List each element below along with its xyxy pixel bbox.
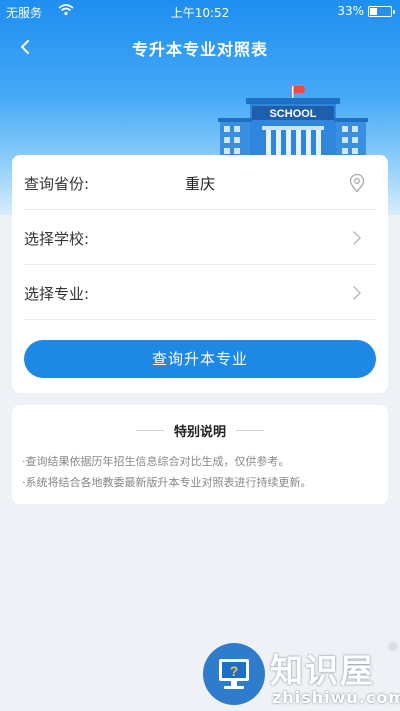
watermark-domain: zhishiwu.com bbox=[272, 688, 400, 707]
status-bar: 无服务 上午10:52 33% bbox=[0, 0, 400, 22]
school-building-illustration: SCHOOL bbox=[218, 86, 368, 158]
battery-icon bbox=[368, 6, 395, 17]
nav-bar: 专升本专业对照表 bbox=[0, 30, 400, 64]
notice-line: ·系统将结合各地教委最新版升本专业对照表进行持续更新。 bbox=[22, 476, 312, 489]
watermark: ? 知识屋 ® zhishiwu.com bbox=[202, 640, 400, 711]
chevron-right-icon bbox=[353, 231, 361, 245]
question-monitor-icon: ? bbox=[203, 643, 265, 705]
notice-header: 特别说明 bbox=[12, 421, 388, 440]
battery-level bbox=[370, 8, 377, 15]
major-label: 选择专业: bbox=[24, 285, 90, 303]
svg-text:?: ? bbox=[230, 663, 239, 679]
chevron-right-icon bbox=[353, 286, 361, 300]
province-row[interactable]: 查询省份: 重庆 bbox=[24, 155, 376, 210]
notice-card: 特别说明 ·查询结果依据历年招生信息综合对比生成，仅供参考。 ·系统将结合各地教… bbox=[12, 405, 388, 504]
watermark-title: 知识屋 bbox=[270, 651, 375, 690]
notice-title: 特别说明 bbox=[173, 425, 226, 440]
notice-line: ·查询结果依据历年招生信息综合对比生成，仅供参考。 bbox=[22, 455, 290, 468]
divider bbox=[236, 430, 264, 431]
registered-mark: ® bbox=[388, 642, 398, 653]
query-form-card: 查询省份: 重庆 选择学校: 选择专业: 查询升本专业 bbox=[12, 155, 388, 393]
page-title: 专升本专业对照表 bbox=[131, 40, 268, 59]
query-button[interactable]: 查询升本专业 bbox=[24, 340, 376, 378]
battery-percent: 33% bbox=[337, 4, 364, 18]
school-label: 选择学校: bbox=[24, 230, 90, 248]
province-value: 重庆 bbox=[184, 175, 215, 193]
major-select-row[interactable]: 选择专业: bbox=[24, 265, 376, 320]
school-sign: SCHOOL bbox=[269, 108, 316, 120]
location-pin-icon[interactable] bbox=[348, 173, 366, 193]
school-select-row[interactable]: 选择学校: bbox=[24, 210, 376, 265]
